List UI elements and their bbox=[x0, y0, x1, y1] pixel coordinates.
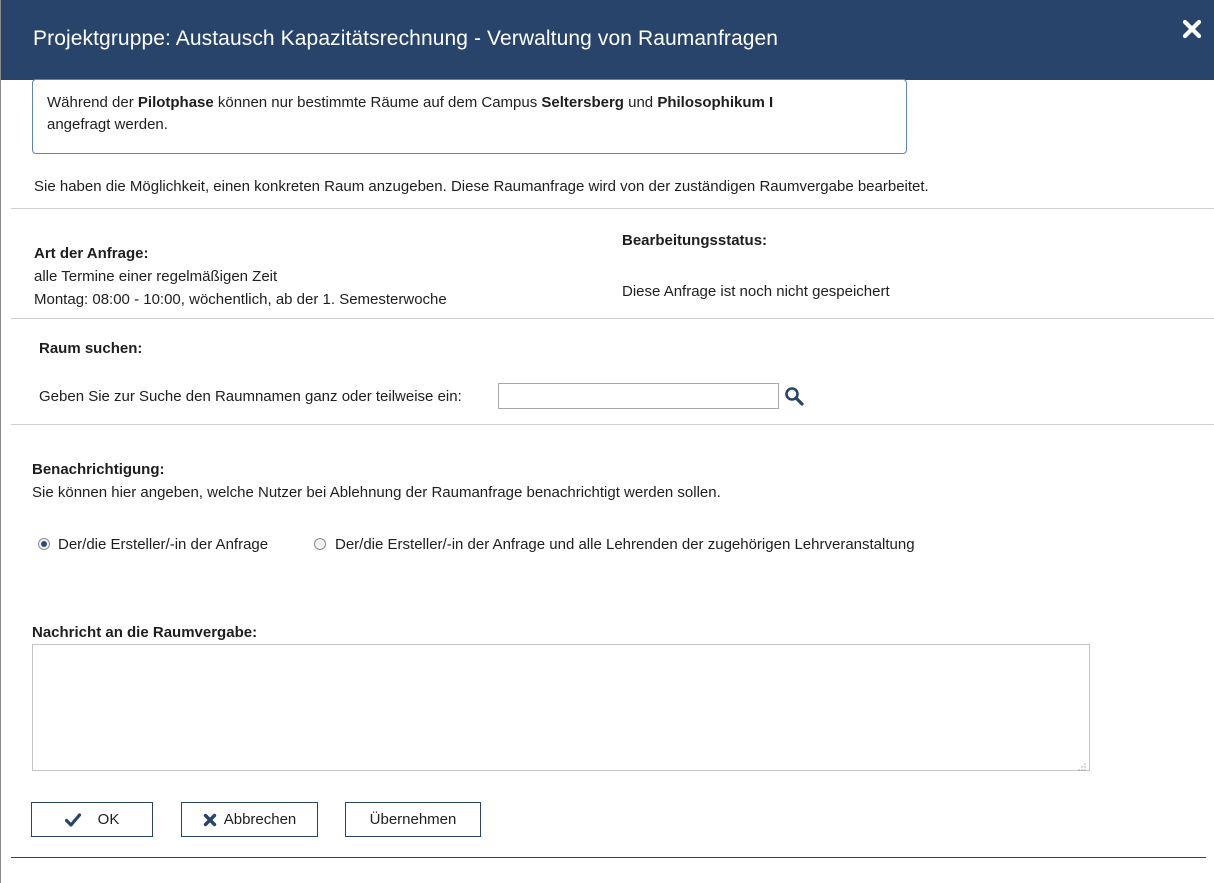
info-bold-campus: Seltersberg bbox=[541, 94, 624, 111]
x-icon bbox=[203, 813, 216, 826]
divider bbox=[11, 424, 1214, 425]
notification-description: Sie können hier angeben, welche Nutzer b… bbox=[32, 484, 721, 501]
pilot-phase-info-box: Während der Pilotphase können nur bestim… bbox=[32, 79, 907, 154]
search-icon[interactable] bbox=[783, 385, 805, 407]
ok-button-label: OK bbox=[97, 811, 120, 828]
footer-divider bbox=[11, 857, 1206, 858]
radio-notify-creator[interactable] bbox=[38, 538, 50, 550]
request-schedule: Montag: 08:00 - 10:00, wöchentlich, ab d… bbox=[34, 291, 447, 308]
radio-notify-creator-and-lecturers-label: Der/die Ersteller/-in der Anfrage und al… bbox=[335, 536, 915, 553]
ok-button[interactable]: OK bbox=[31, 802, 153, 837]
notification-label: Benachrichtigung: bbox=[32, 461, 165, 478]
info-text-part: und bbox=[623, 94, 658, 111]
intro-text: Sie haben die Möglichkeit, einen konkret… bbox=[34, 178, 929, 195]
info-bold-building: Philosophikum I bbox=[657, 94, 774, 111]
status-label: Bearbeitungsstatus: bbox=[622, 232, 768, 249]
room-search-prompt: Geben Sie zur Suche den Raumnamen ganz o… bbox=[39, 388, 462, 405]
close-icon[interactable] bbox=[1181, 18, 1203, 40]
apply-button-label: Übernehmen bbox=[369, 811, 457, 828]
message-label: Nachricht an die Raumvergabe: bbox=[32, 624, 258, 641]
apply-button[interactable]: Übernehmen bbox=[345, 802, 481, 837]
status-value: Diese Anfrage ist noch nicht gespeichert bbox=[622, 283, 890, 300]
checkmark-icon bbox=[64, 812, 81, 827]
room-search-input[interactable] bbox=[498, 383, 779, 409]
cancel-button-label: Abbrechen bbox=[223, 811, 297, 828]
info-text-part: Während der bbox=[47, 94, 138, 111]
info-text-line2: angefragt werden. bbox=[47, 116, 168, 133]
request-type-label: Art der Anfrage: bbox=[34, 245, 149, 262]
divider bbox=[11, 208, 1214, 209]
dialog-titlebar: Projektgruppe: Austausch Kapazitätsrechn… bbox=[1, 0, 1214, 80]
message-textarea[interactable] bbox=[32, 644, 1090, 771]
request-type-value: alle Termine einer regelmäßigen Zeit bbox=[34, 268, 278, 285]
info-bold-pilotphase: Pilotphase bbox=[137, 94, 214, 111]
resize-handle-icon[interactable] bbox=[1077, 758, 1086, 771]
info-text-part: können nur bestimmte Räume auf dem Campu… bbox=[213, 94, 542, 111]
room-search-heading: Raum suchen: bbox=[39, 340, 143, 357]
divider bbox=[11, 318, 1214, 319]
room-request-dialog: Projektgruppe: Austausch Kapazitätsrechn… bbox=[0, 0, 1214, 883]
radio-notify-creator-label: Der/die Ersteller/-in der Anfrage bbox=[58, 536, 269, 553]
dialog-title: Projektgruppe: Austausch Kapazitätsrechn… bbox=[33, 27, 779, 50]
radio-notify-creator-and-lecturers[interactable] bbox=[314, 538, 326, 550]
cancel-button[interactable]: Abbrechen bbox=[181, 802, 318, 837]
